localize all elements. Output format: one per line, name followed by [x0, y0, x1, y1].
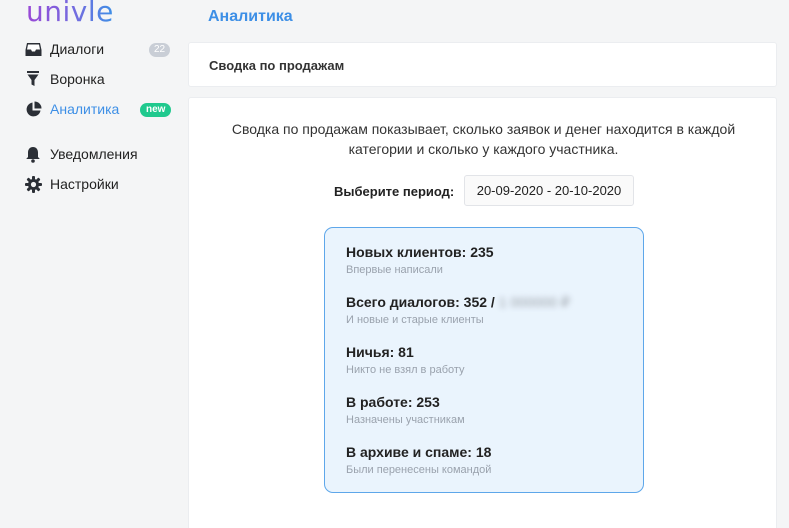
blurred-amount: 1 000000 ₽ — [498, 294, 570, 310]
stat-label: Новых клиентов: 235 — [346, 244, 494, 260]
stat-caption: Никто не взял в работу — [346, 364, 465, 376]
sidebar-item-label: Воронка — [50, 71, 105, 87]
period-label: Выберите период: — [334, 184, 455, 199]
funnel-icon — [24, 70, 42, 88]
page-title: Аналитика — [208, 8, 293, 25]
sidebar-item-label: Настройки — [50, 176, 119, 192]
report-header-card: Сводка по продажам — [188, 42, 777, 87]
app-logo[interactable]: univle — [26, 0, 114, 26]
stat-caption: Впервые написали — [346, 264, 443, 276]
stat-new-clients: Новых клиентов: 235 Впервые написали — [346, 244, 494, 277]
stat-in-progress: В работе: 253 Назначены участникам — [346, 394, 465, 427]
stat-label: Ничья: 81 — [346, 344, 414, 360]
sidebar-item-dialogs[interactable]: Диалоги — [24, 37, 104, 61]
stats-panel: Новых клиентов: 235 Впервые написали Все… — [324, 227, 644, 493]
stat-archived: В архиве и спаме: 18 Были перенесены ком… — [346, 444, 491, 477]
stat-label: Всего диалогов: 352 / — [346, 294, 499, 310]
report-title: Сводка по продажам — [209, 58, 345, 73]
sidebar-item-notifications[interactable]: Уведомления — [24, 142, 138, 166]
pie-chart-icon — [24, 100, 42, 118]
stat-total-dialogs: Всего диалогов: 352 / 1 000000 ₽ И новые… — [346, 294, 570, 327]
sidebar-item-label: Диалоги — [50, 41, 105, 57]
report-description-line: категории и сколько у каждого участника. — [348, 141, 619, 157]
new-badge: new — [140, 103, 172, 117]
stat-label-row: Всего диалогов: 352 / 1 000000 ₽ — [346, 294, 570, 310]
sidebar-item-funnel[interactable]: Воронка — [24, 67, 105, 91]
bell-icon — [24, 145, 42, 163]
report-description-line: Сводка по продажам показывает, сколько з… — [231, 121, 736, 137]
stat-caption: Назначены участникам — [346, 414, 465, 426]
inbox-icon — [24, 40, 42, 58]
sidebar-item-label: Уведомления — [50, 146, 138, 162]
sidebar: univle Диалоги 22 Воронка Аналитика new … — [0, 0, 180, 528]
sidebar-item-settings[interactable]: Настройки — [24, 172, 119, 196]
gear-icon — [24, 175, 42, 193]
stat-caption: И новые и старые клиенты — [346, 314, 484, 326]
report-description: Сводка по продажам показывает, сколько з… — [189, 119, 778, 159]
sidebar-item-label: Аналитика — [50, 101, 120, 117]
report-body-card: Сводка по продажам показывает, сколько з… — [188, 97, 777, 528]
stat-label: В архиве и спаме: 18 — [346, 444, 492, 460]
stat-caption: Были перенесены командой — [346, 464, 492, 476]
period-date-range-input[interactable]: 20-09-2020 - 20-10-2020 — [464, 175, 634, 206]
stat-unassigned: Ничья: 81 Никто не взял в работу — [346, 344, 465, 377]
stat-label: В работе: 253 — [346, 394, 440, 410]
sidebar-item-analytics[interactable]: Аналитика — [24, 97, 119, 121]
dialogs-count-badge: 22 — [149, 43, 171, 57]
